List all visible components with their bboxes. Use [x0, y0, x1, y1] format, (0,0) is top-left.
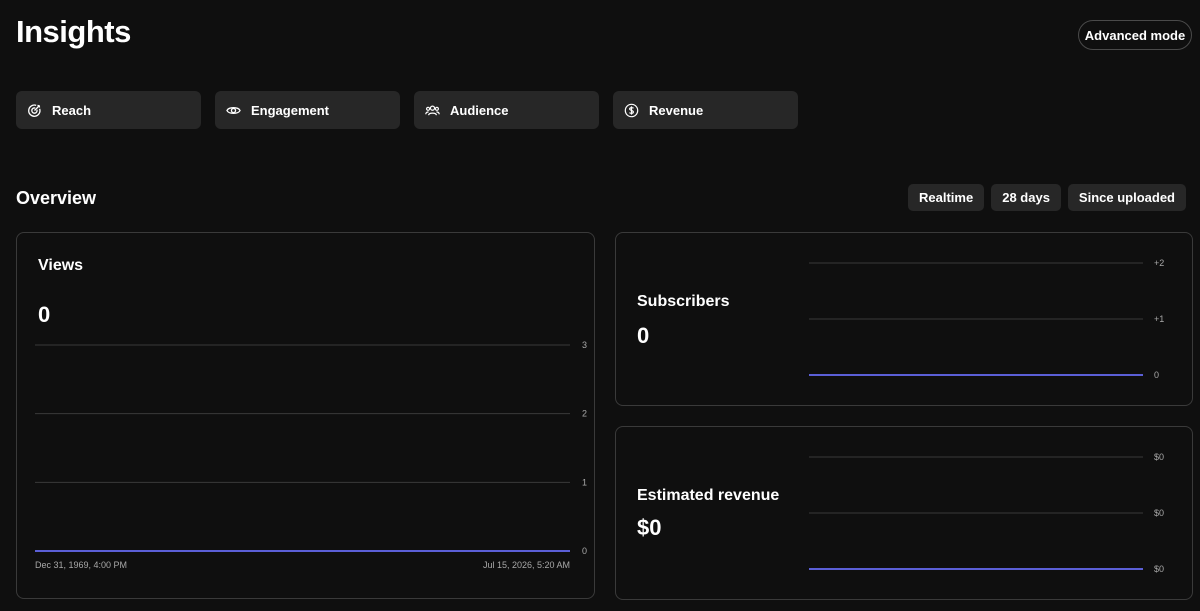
y-tick-label: 2	[582, 409, 587, 419]
y-tick-label: 1	[582, 477, 587, 487]
dollar-circle-icon	[624, 103, 639, 117]
target-icon	[28, 103, 41, 117]
y-tick-label: $0	[1154, 452, 1164, 462]
eye-icon	[226, 106, 241, 114]
y-tick-label: +1	[1154, 314, 1164, 324]
estimated-revenue-card[interactable]: Estimated revenue $0 $0 $0 $0	[615, 426, 1193, 600]
tab-label: Audience	[450, 102, 509, 118]
range-selector: Realtime 28 days Since uploaded	[908, 184, 1186, 211]
tab-label: Engagement	[251, 102, 330, 118]
range-since-uploaded-button[interactable]: Since uploaded	[1067, 184, 1186, 211]
range-28-days-button[interactable]: 28 days	[991, 184, 1061, 211]
tab-audience[interactable]: Audience	[414, 91, 599, 129]
tab-reach[interactable]: Reach	[16, 91, 201, 129]
tab-label: Revenue	[649, 102, 704, 118]
people-icon	[425, 104, 440, 115]
views-card[interactable]: Views 0 3 2 1 0 Dec 31, 1969, 4:00 PM Jul 15,…	[16, 232, 595, 599]
insights-tabs: Reach Engagement Audience Revenue	[16, 91, 798, 129]
tab-label: Reach	[52, 102, 92, 118]
overview-title: Overview	[16, 188, 97, 208]
x-axis-start-label: Dec 31, 1969, 4:00 PM	[35, 560, 127, 570]
subscribers-card[interactable]: Subscribers 0 +2 +1 0	[615, 232, 1193, 406]
estimated-revenue-chart: $0 $0 $0	[809, 452, 1164, 574]
range-realtime-button[interactable]: Realtime	[908, 184, 985, 211]
advanced-mode-button[interactable]: Advanced mode	[1078, 20, 1192, 50]
page-title: Insights	[16, 14, 131, 49]
y-tick-label: 3	[582, 340, 587, 350]
y-tick-label: $0	[1154, 508, 1164, 518]
y-tick-label: 0	[1154, 370, 1159, 380]
y-tick-label: 0	[582, 546, 587, 556]
y-tick-label: +2	[1154, 258, 1164, 268]
x-axis-end-label: Jul 15, 2026, 5:20 AM	[483, 560, 570, 570]
tab-revenue[interactable]: Revenue	[613, 91, 798, 129]
y-tick-label: $0	[1154, 564, 1164, 574]
subscribers-chart: +2 +1 0	[809, 258, 1164, 380]
views-chart: 3 2 1 0 Dec 31, 1969, 4:00 PM Jul 15, 2026, 5…	[35, 340, 587, 570]
tab-engagement[interactable]: Engagement	[215, 91, 400, 129]
